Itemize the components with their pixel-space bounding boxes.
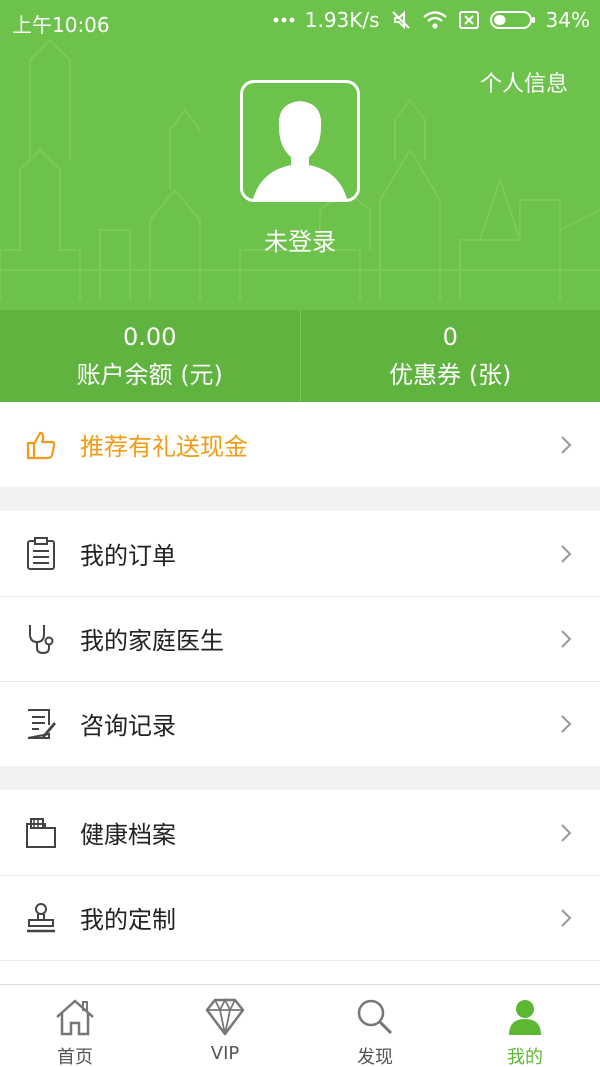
menu-item-family-doctor[interactable]: 我的家庭医生 xyxy=(0,596,600,681)
balance-label: 账户余额 (元) xyxy=(76,361,223,389)
tab-vip[interactable]: VIP xyxy=(150,985,300,1067)
menu-item-label: 我的定制 xyxy=(80,906,176,934)
menu-item-referral[interactable]: 推荐有礼送现金 xyxy=(0,402,600,487)
person-icon xyxy=(509,1000,541,1035)
thumbs-up-icon xyxy=(24,428,58,462)
menu-item-consult-records[interactable]: 咨询记录 xyxy=(0,681,600,766)
order-list-icon xyxy=(24,536,58,571)
health-file-icon xyxy=(24,816,58,850)
menu-item-label: 我的家庭医生 xyxy=(80,627,224,655)
menu-item-health-records[interactable]: 健康档案 xyxy=(0,790,600,875)
chevron-right-icon xyxy=(561,435,572,454)
more-dots-icon xyxy=(273,16,295,24)
stethoscope-icon xyxy=(24,622,58,656)
consult-record-icon xyxy=(24,707,58,741)
tab-label: 首页 xyxy=(57,1047,93,1067)
battery-percent: 34% xyxy=(545,8,590,32)
tab-label: 发现 xyxy=(357,1047,393,1067)
profile-info-link[interactable]: 个人信息 xyxy=(480,66,568,98)
status-indicators: 1.93K/s 34% xyxy=(273,8,590,32)
bottom-tab-bar: 首页 VIP 发现 我的 xyxy=(0,984,600,1067)
status-bar: 上午10:06 1.93K/s 34% xyxy=(0,0,600,44)
menu-item-label: 我的订单 xyxy=(80,542,176,570)
home-icon xyxy=(56,999,94,1036)
menu-item-label: 推荐有礼送现金 xyxy=(80,433,248,461)
tab-label: 我的 xyxy=(507,1047,543,1067)
coupon-stat[interactable]: 0 优惠券 (张) xyxy=(299,310,600,402)
chevron-right-icon xyxy=(561,714,572,733)
wifi-icon xyxy=(422,10,448,30)
tab-discover[interactable]: 发现 xyxy=(300,985,450,1067)
avatar[interactable] xyxy=(240,80,360,202)
chevron-right-icon xyxy=(561,544,572,563)
network-speed: 1.93K/s xyxy=(304,8,380,32)
search-icon xyxy=(357,999,393,1035)
battery-icon xyxy=(489,10,536,30)
coupon-value: 0 xyxy=(442,323,458,351)
stamp-icon xyxy=(24,901,58,935)
menu-item-customization[interactable]: 我的定制 xyxy=(0,875,600,960)
tab-mine[interactable]: 我的 xyxy=(450,985,600,1067)
coupon-label: 优惠券 (张) xyxy=(389,361,512,389)
balance-stat[interactable]: 0.00 账户余额 (元) xyxy=(0,310,300,402)
chevron-right-icon xyxy=(561,823,572,842)
account-stats: 0.00 账户余额 (元) 0 优惠券 (张) xyxy=(0,310,600,402)
menu-item-orders[interactable]: 我的订单 xyxy=(0,511,600,596)
tab-home[interactable]: 首页 xyxy=(0,985,150,1067)
diamond-icon xyxy=(205,997,245,1036)
chevron-right-icon xyxy=(561,908,572,927)
balance-value: 0.00 xyxy=(123,323,177,351)
referral-group: 推荐有礼送现金 xyxy=(0,402,600,487)
menu-item-label: 咨询记录 xyxy=(80,712,176,740)
menu-item-label: 健康档案 xyxy=(80,821,176,849)
tab-label: VIP xyxy=(210,1043,240,1064)
default-avatar-icon xyxy=(253,101,347,199)
status-time: 上午10:06 xyxy=(12,13,110,37)
no-sim-icon xyxy=(458,10,480,30)
orders-group: 我的订单 我的家庭医生 咨询记录 xyxy=(0,511,600,766)
profile-header: 上午10:06 1.93K/s 34% 个人信息 未登录 xyxy=(0,0,600,310)
mute-icon xyxy=(390,9,412,31)
login-status[interactable]: 未登录 xyxy=(0,222,600,257)
chevron-right-icon xyxy=(561,629,572,648)
